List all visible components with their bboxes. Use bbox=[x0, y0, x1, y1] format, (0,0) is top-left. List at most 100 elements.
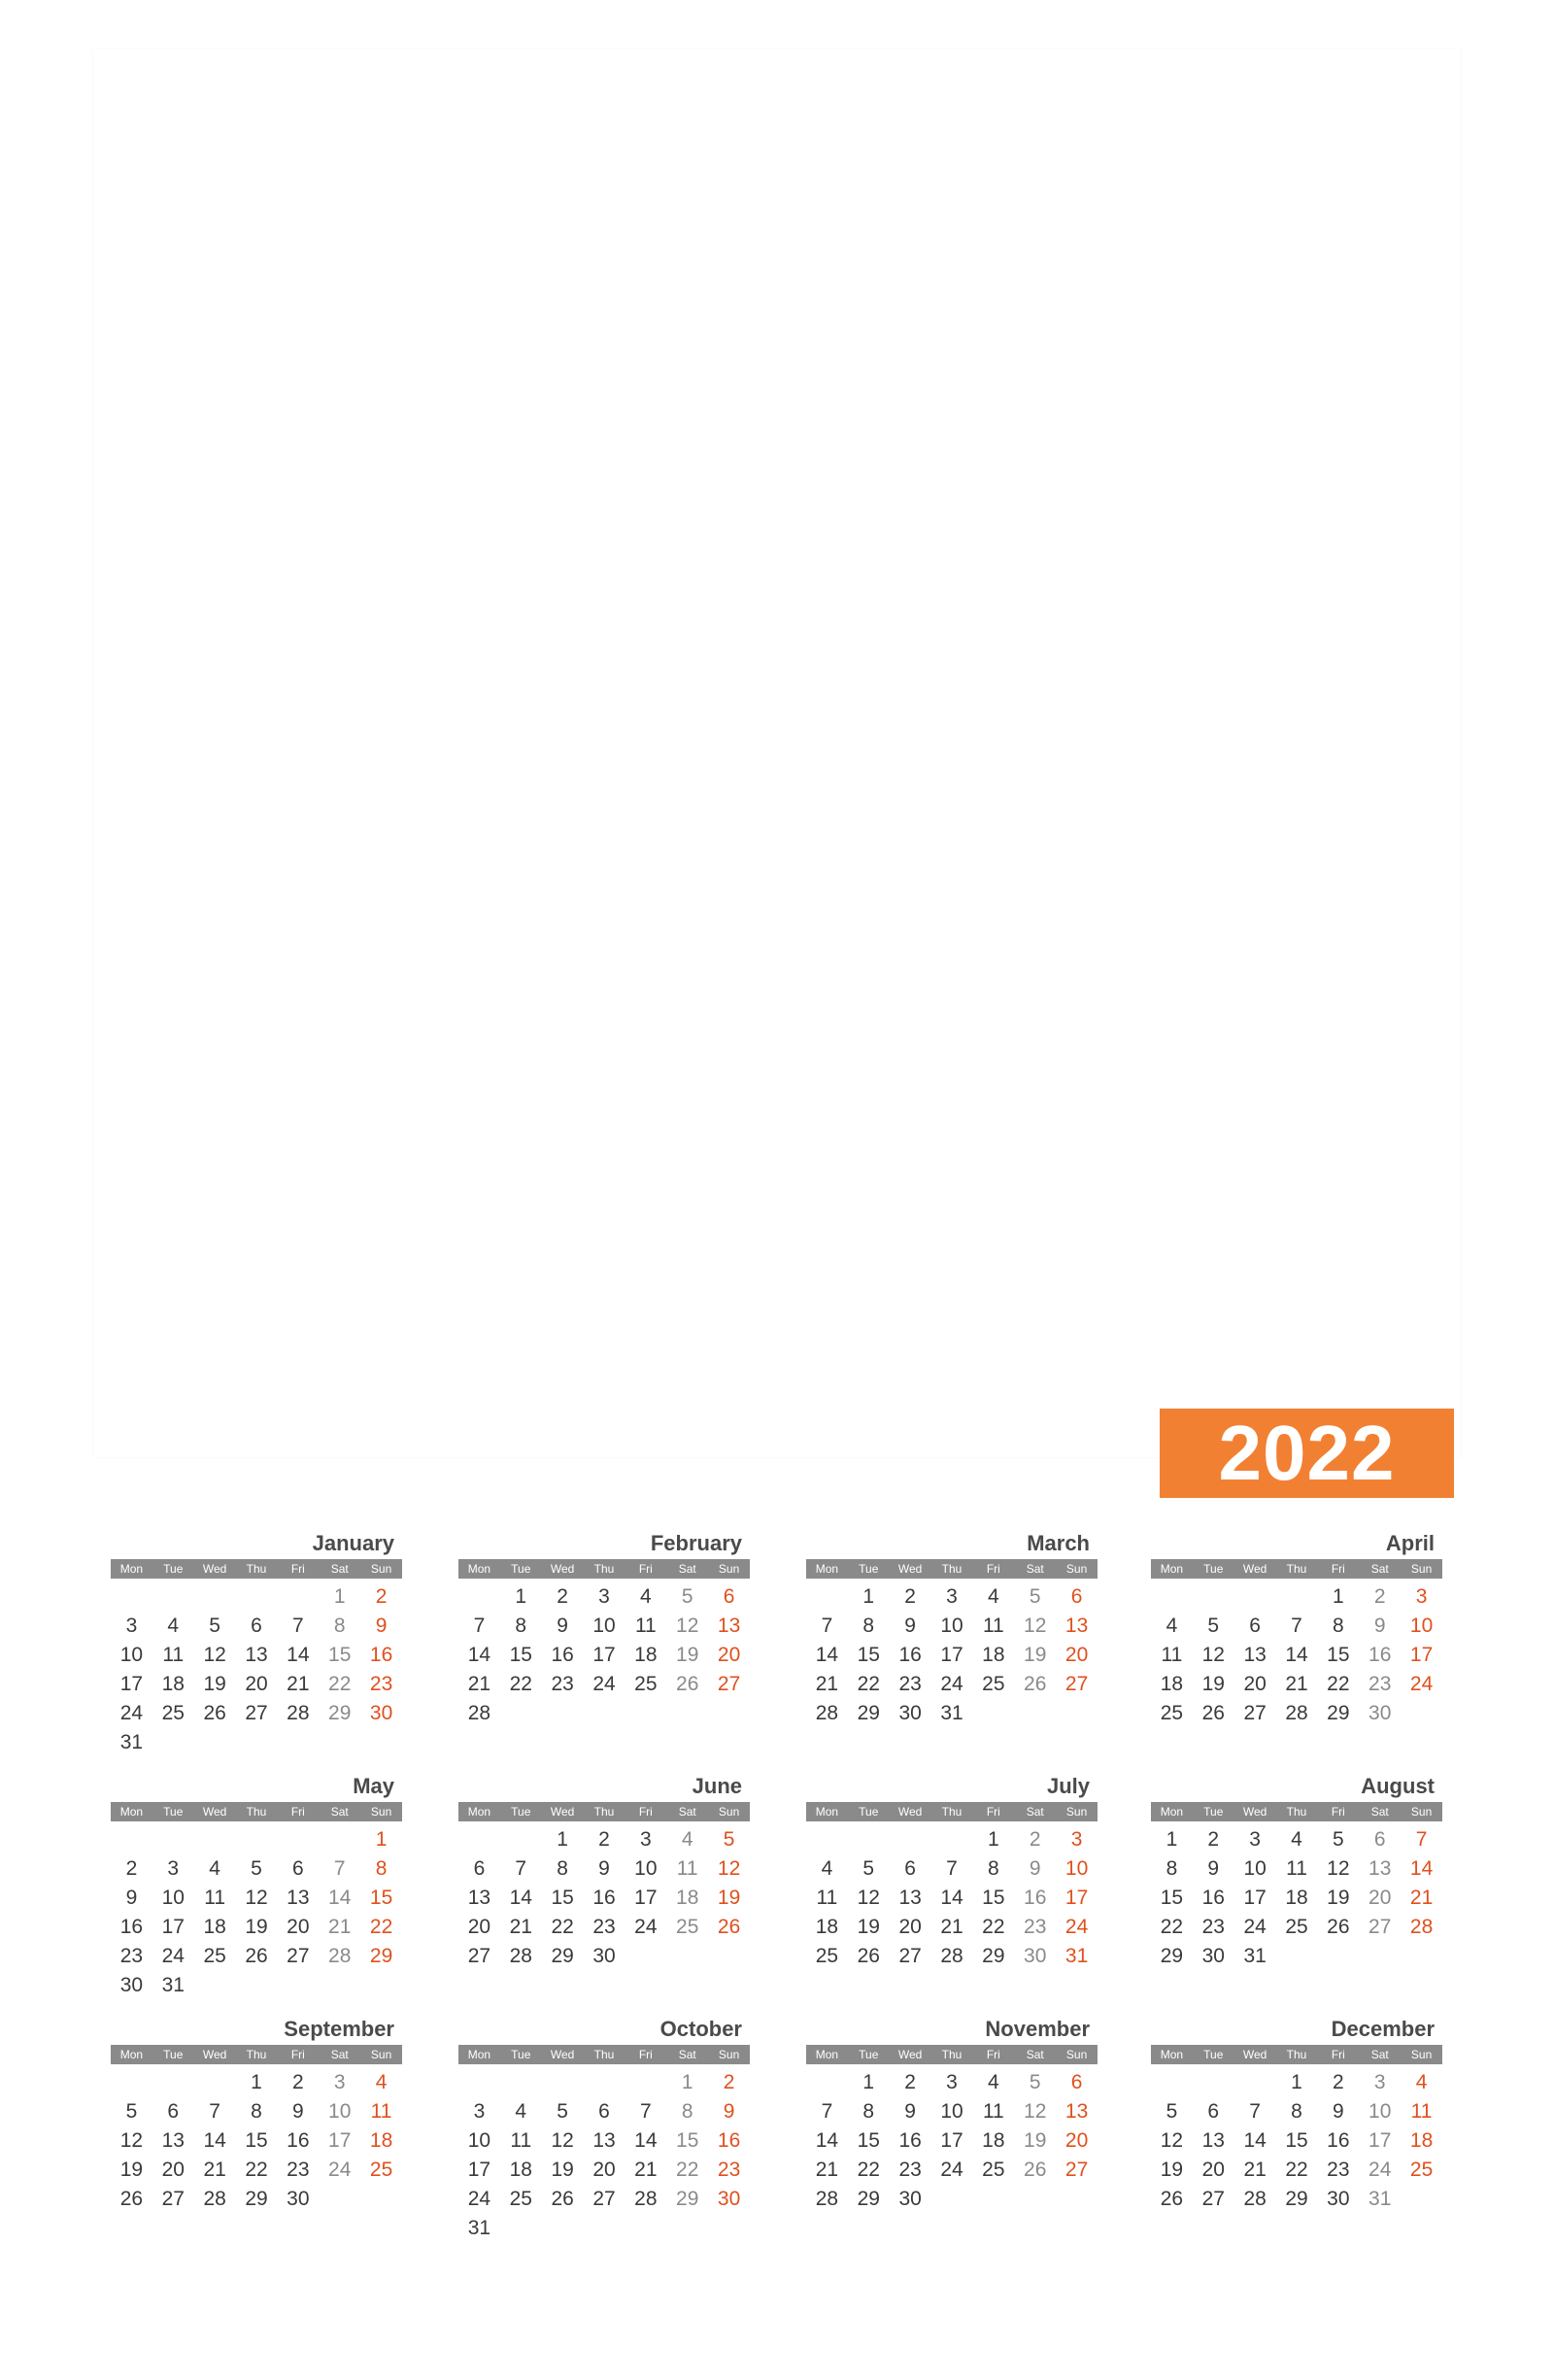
weekday-label: Thu bbox=[941, 1562, 963, 1576]
day-cell: 9 bbox=[1333, 2100, 1344, 2123]
day-cell: 26 bbox=[551, 2188, 574, 2210]
day-cell: 28 bbox=[328, 1945, 352, 1967]
day-cell: 27 bbox=[467, 1945, 491, 1967]
day-cell: 25 bbox=[161, 1702, 185, 1724]
empty-cell bbox=[806, 1825, 848, 1854]
month-title: May bbox=[353, 1774, 394, 1798]
day-cell: 21 bbox=[815, 2159, 839, 2181]
day-cell: 5 bbox=[1029, 2071, 1041, 2093]
day-cell: 5 bbox=[862, 1857, 875, 1880]
day-cell: 22 bbox=[245, 2159, 268, 2181]
day-cell: 6 bbox=[1070, 1585, 1083, 1608]
day-cell: 8 bbox=[862, 2100, 875, 2123]
weekday-label: Wed bbox=[202, 2048, 227, 2061]
weekday-label: Mon bbox=[815, 1562, 839, 1576]
day-cell: 9 bbox=[904, 1615, 916, 1637]
day-cell: 12 bbox=[857, 1887, 880, 1909]
empty-cell bbox=[1193, 2068, 1234, 2097]
day-cell: 21 bbox=[287, 1673, 310, 1695]
day-grid: 1 2 3 4 5 6 7 8 9 10 11 12 13 14 15 16 17 18 19 20 21 22 23 24 2… bbox=[458, 1582, 750, 1728]
day-cell: 3 bbox=[1249, 1828, 1261, 1851]
day-cell: 31 bbox=[1368, 2188, 1392, 2210]
empty-cell bbox=[111, 2068, 152, 2097]
day-cell: 8 bbox=[988, 1857, 999, 1880]
day-grid: 1 2 3 4 5 6 7 8 9 10 11 12 13 14 15 16 17 18 19 20 21 22 23 24 2… bbox=[111, 1582, 402, 1757]
day-cell: 18 bbox=[1409, 2129, 1434, 2152]
day-cell: 5 bbox=[251, 1857, 262, 1880]
day-cell: 28 bbox=[634, 2188, 658, 2210]
day-cell: 26 bbox=[857, 1945, 880, 1967]
day-cell: 15 bbox=[328, 1644, 352, 1666]
weekday-label: Thu bbox=[941, 1805, 963, 1819]
day-cell: 16 bbox=[119, 1916, 144, 1938]
day-cell: 24 bbox=[940, 2159, 963, 2181]
day-cell: 17 bbox=[634, 1887, 658, 1909]
day-cell: 18 bbox=[369, 2129, 393, 2152]
month-title: February bbox=[650, 1531, 742, 1555]
day-cell: 22 bbox=[857, 1673, 880, 1695]
day-cell: 11 bbox=[982, 2100, 1004, 2123]
day-cell: 1 bbox=[862, 2071, 875, 2093]
day-cell: 21 bbox=[1285, 1673, 1308, 1695]
day-cell: 25 bbox=[815, 1945, 839, 1967]
month-title: January bbox=[312, 1531, 394, 1555]
day-cell: 27 bbox=[1201, 2188, 1225, 2210]
day-cell: 30 bbox=[1368, 1702, 1392, 1724]
empty-cell bbox=[806, 1582, 848, 1612]
day-cell: 16 bbox=[287, 2129, 310, 2152]
day-cell: 30 bbox=[1201, 1945, 1225, 1967]
day-cell: 25 bbox=[982, 1673, 1005, 1695]
day-cell: 23 bbox=[717, 2159, 741, 2181]
day-cell: 30 bbox=[1327, 2188, 1350, 2210]
day-grid: 1 2 3 4 5 6 7 8 9 10 11 12 13 14 15 16 17 18 19 20 21 22 23 24 2… bbox=[1151, 1825, 1442, 1971]
day-cell: 28 bbox=[1409, 1916, 1434, 1938]
weekday-label: Sat bbox=[1026, 2048, 1044, 2061]
weekday-label: Mon bbox=[815, 2048, 839, 2061]
day-grid: 1 2 3 4 5 6 7 8 9 10 11 12 13 14 15 16 17 18 19 20 21 22 23 24 2… bbox=[458, 1825, 750, 1971]
day-cell: 16 bbox=[898, 1644, 922, 1666]
day-cell: 20 bbox=[592, 2159, 616, 2181]
weekday-label: Fri bbox=[986, 2048, 1000, 2061]
day-cell: 29 bbox=[328, 1702, 352, 1724]
day-cell: 25 bbox=[203, 1945, 226, 1967]
weekday-label: Thu bbox=[593, 1562, 615, 1576]
day-cell: 3 bbox=[1415, 1585, 1428, 1608]
day-cell: 16 bbox=[1327, 2129, 1350, 2152]
month-title: March bbox=[1027, 1531, 1090, 1555]
day-cell: 20 bbox=[1201, 2159, 1225, 2181]
weekday-label: Sat bbox=[678, 1562, 696, 1576]
day-cell: 22 bbox=[328, 1673, 352, 1695]
day-cell: 7 bbox=[473, 1615, 486, 1637]
month-title: December bbox=[1331, 2017, 1435, 2041]
day-cell: 2 bbox=[292, 2071, 304, 2093]
day-cell: 28 bbox=[203, 2188, 226, 2210]
day-cell: 6 bbox=[167, 2100, 180, 2123]
day-cell: 24 bbox=[161, 1945, 185, 1967]
weekday-label: Mon bbox=[1160, 1562, 1184, 1576]
weekday-label: Mon bbox=[119, 2048, 144, 2061]
day-cell: 13 bbox=[1064, 1615, 1089, 1637]
weekday-label: Thu bbox=[246, 2048, 267, 2061]
day-cell: 23 bbox=[592, 1916, 616, 1938]
day-cell: 9 bbox=[1029, 1857, 1041, 1880]
day-cell: 13 bbox=[1243, 1644, 1267, 1666]
weekday-label: Sun bbox=[370, 1805, 392, 1819]
day-cell: 16 bbox=[369, 1644, 393, 1666]
month-august: August Mon Tue Wed Thu Fri Sat Sun 1 2 3 4 5 6 7 8 9 10 11… bbox=[1151, 1773, 1442, 1971]
day-cell: 1 bbox=[251, 2071, 262, 2093]
empty-cell bbox=[194, 1825, 236, 1854]
day-cell: 17 bbox=[940, 2129, 963, 2152]
day-cell: 1 bbox=[515, 1585, 527, 1608]
day-cell: 3 bbox=[333, 2071, 346, 2093]
day-cell: 23 bbox=[287, 2159, 310, 2181]
day-cell: 7 bbox=[821, 1615, 833, 1637]
day-cell: 23 bbox=[369, 1673, 393, 1695]
day-cell: 20 bbox=[898, 1916, 922, 1938]
day-cell: 15 bbox=[1327, 1644, 1350, 1666]
day-cell: 3 bbox=[1070, 1828, 1083, 1851]
day-cell: 30 bbox=[119, 1974, 144, 1996]
empty-cell bbox=[1276, 1582, 1318, 1612]
day-cell: 12 bbox=[1160, 2129, 1184, 2152]
weekday-label: Tue bbox=[1203, 1562, 1224, 1576]
day-grid: 1 2 3 4 5 6 7 8 9 10 11 12 13 14 15 16 17 18 19 20 21 22 23 24 2… bbox=[1151, 1582, 1442, 1728]
